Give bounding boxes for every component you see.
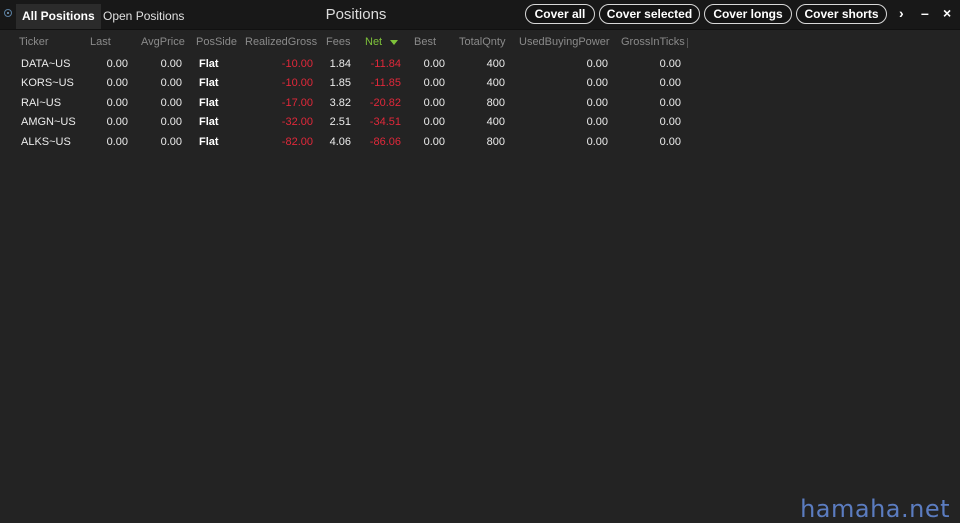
cell-usedbuyingpower: 0.00 [586, 116, 608, 129]
cell-totalqnty: 400 [486, 58, 505, 70]
cell-ticker: AMGN~US [21, 116, 76, 129]
header-fees[interactable]: Fees [326, 36, 350, 48]
cell-grossinticks: 0.00 [659, 96, 681, 109]
cell-ticker: KORS~US [21, 77, 74, 90]
cell-realizedgross: -32.00 [281, 116, 313, 129]
cell-totalqnty: 800 [486, 135, 505, 148]
cell-last: 0.00 [106, 116, 128, 129]
cell-posside: Flat [199, 135, 219, 148]
header-realizedgross[interactable]: RealizedGross [245, 36, 317, 48]
cell-fees: 3.82 [329, 96, 351, 109]
header-best[interactable]: Best [414, 36, 436, 48]
table-row[interactable]: KORS~US 0.00 0.00 Flat -10.00 1.85 -11.85 0.00 4… [0, 77, 700, 96]
header-totalqnty[interactable]: TotalQnty [459, 36, 505, 48]
cell-ticker: RAI~US [21, 96, 62, 109]
window-title: Positions [325, 6, 387, 23]
cell-last: 0.00 [106, 58, 128, 70]
cell-net: -11.84 [370, 58, 401, 70]
header-net[interactable]: Net [365, 36, 399, 48]
cell-grossinticks: 0.00 [659, 116, 681, 129]
header-usedbuyingpower[interactable]: UsedBuyingPower [519, 36, 610, 48]
table-row[interactable]: ALKS~US 0.00 0.00 Flat -82.00 4.06 -86.06 0.00 8… [0, 136, 700, 155]
cell-grossinticks: 0.00 [659, 58, 681, 70]
cover-all-button[interactable]: Cover all [525, 4, 595, 24]
cell-grossinticks: 0.00 [659, 77, 681, 90]
cell-posside: Flat [199, 58, 219, 70]
table-row[interactable]: RAI~US 0.00 0.00 Flat -17.00 3.82 -20.82 0.00 80… [0, 97, 700, 116]
cell-ticker: DATA~US [21, 58, 71, 70]
cell-usedbuyingpower: 0.00 [586, 96, 608, 109]
cell-best: 0.00 [423, 58, 445, 70]
header-net-label: Net [365, 36, 383, 48]
table-row[interactable]: AMGN~US 0.00 0.00 Flat -32.00 2.51 -34.51 0.00 4… [0, 116, 700, 135]
header-ticker[interactable]: Ticker [19, 36, 49, 48]
cell-posside: Flat [199, 116, 219, 129]
cell-avgprice: 0.00 [160, 116, 182, 129]
header-avgprice[interactable]: AvgPrice [141, 36, 185, 48]
sort-desc-icon [390, 39, 399, 45]
tab-open-positions[interactable]: Open Positions [97, 4, 190, 29]
cell-avgprice: 0.00 [160, 96, 182, 109]
close-icon[interactable]: × [943, 5, 951, 21]
cell-last: 0.00 [106, 96, 128, 109]
cell-last: 0.00 [106, 135, 128, 148]
cell-net: -34.51 [369, 116, 401, 129]
chevron-right-icon[interactable]: › [899, 5, 904, 21]
cell-realizedgross: -17.00 [281, 96, 313, 109]
cell-grossinticks: 0.00 [659, 135, 681, 148]
header-posside[interactable]: PosSide [196, 36, 237, 48]
cell-totalqnty: 400 [486, 116, 505, 129]
cell-avgprice: 0.00 [160, 135, 182, 148]
cell-fees: 2.51 [329, 116, 351, 129]
watermark: hamaha.net [800, 495, 950, 523]
cell-best: 0.00 [423, 77, 445, 90]
title-bar: All Positions Open Positions Positions C… [0, 0, 960, 30]
minimize-icon[interactable]: – [921, 5, 929, 21]
cell-realizedgross: -10.00 [281, 58, 313, 70]
cover-selected-button[interactable]: Cover selected [599, 4, 700, 24]
cell-fees: 1.84 [329, 58, 351, 70]
cell-usedbuyingpower: 0.00 [586, 58, 608, 70]
header-grossinticks[interactable]: GrossInTicks [621, 36, 685, 48]
cell-best: 0.00 [423, 135, 445, 148]
cell-posside: Flat [199, 96, 219, 109]
cell-best: 0.00 [423, 116, 445, 129]
cell-avgprice: 0.00 [160, 58, 182, 70]
cell-totalqnty: 400 [486, 77, 505, 90]
cell-net: -20.82 [369, 96, 401, 109]
cell-realizedgross: -10.00 [281, 77, 313, 90]
cell-usedbuyingpower: 0.00 [586, 135, 608, 148]
column-divider[interactable] [687, 38, 688, 48]
table-header: Ticker Last AvgPrice PosSide RealizedGro… [0, 36, 700, 52]
cell-usedbuyingpower: 0.00 [586, 77, 608, 90]
cell-net: -11.85 [370, 77, 401, 90]
cell-posside: Flat [199, 77, 219, 90]
cell-net: -86.06 [369, 135, 401, 148]
pin-icon[interactable] [4, 9, 12, 17]
cell-best: 0.00 [423, 96, 445, 109]
cell-fees: 1.85 [329, 77, 351, 90]
cell-ticker: ALKS~US [21, 135, 71, 148]
cell-last: 0.00 [106, 77, 128, 90]
header-last[interactable]: Last [90, 36, 111, 48]
cover-longs-button[interactable]: Cover longs [704, 4, 792, 24]
cell-totalqnty: 800 [486, 96, 505, 109]
cell-realizedgross: -82.00 [281, 135, 313, 148]
cell-avgprice: 0.00 [160, 77, 182, 90]
table-row[interactable]: DATA~US 0.00 0.00 Flat -10.00 1.84 -11.84 0.00 4… [0, 58, 700, 77]
tab-all-positions[interactable]: All Positions [16, 4, 101, 29]
cover-shorts-button[interactable]: Cover shorts [796, 4, 887, 24]
cell-fees: 4.06 [329, 135, 351, 148]
